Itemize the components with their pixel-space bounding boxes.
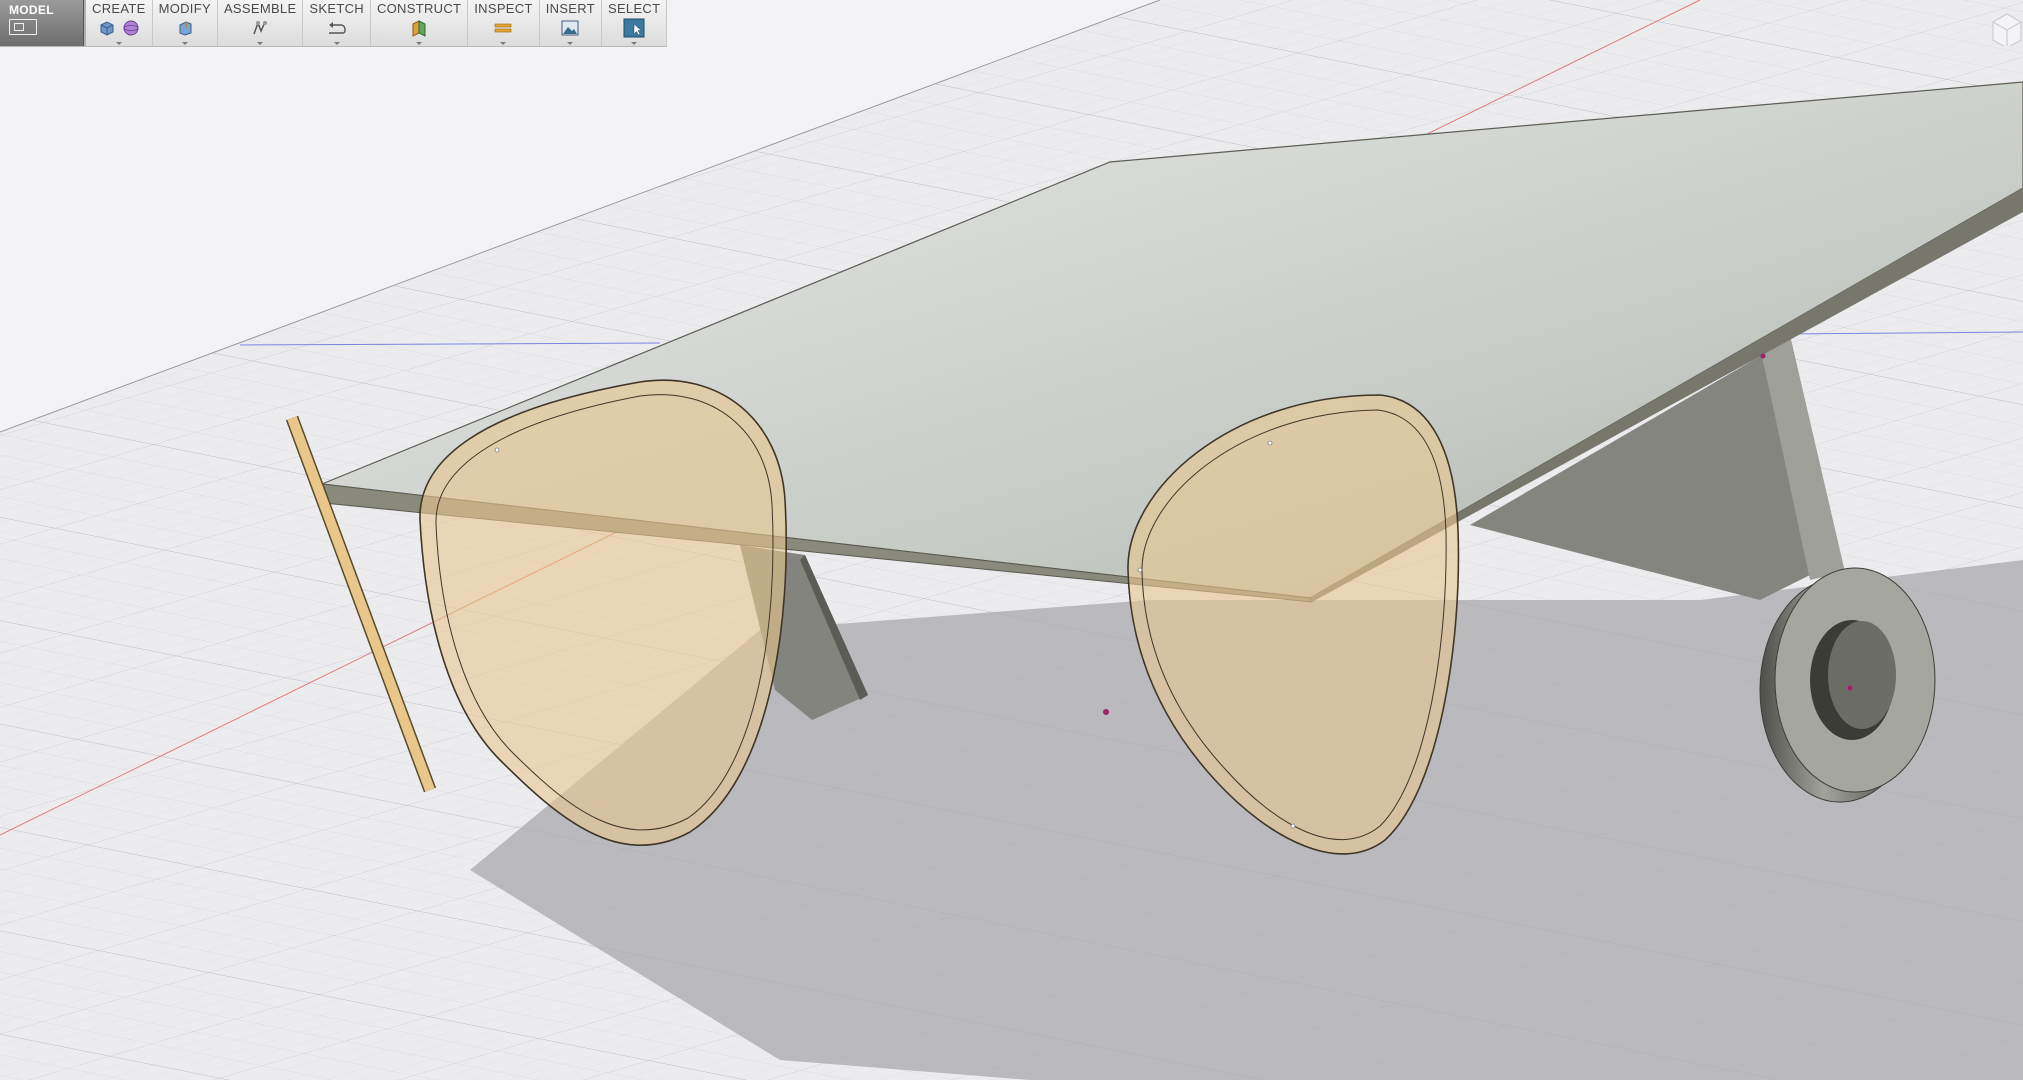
model-workspace-icon: [9, 19, 37, 35]
create-menu[interactable]: CREATE: [86, 0, 153, 46]
assemble-menu-label: ASSEMBLE: [223, 1, 297, 16]
sketch-point[interactable]: [1760, 353, 1766, 359]
sketch-menu-label: SKETCH: [309, 1, 364, 16]
joint-icon[interactable]: [251, 19, 269, 37]
chevron-down-icon: [416, 42, 423, 45]
construct-menu-label: CONSTRUCT: [376, 1, 462, 16]
chevron-down-icon: [181, 42, 188, 45]
chevron-down-icon: [567, 42, 574, 45]
workspace-label: MODEL: [9, 3, 54, 17]
sketch-point[interactable]: [1137, 567, 1143, 573]
sketch-menu[interactable]: SKETCH: [303, 0, 371, 46]
offset-plane-icon[interactable]: [410, 19, 428, 37]
press-pull-icon[interactable]: [176, 19, 194, 37]
workspace-switcher[interactable]: MODEL: [0, 0, 84, 46]
measure-icon[interactable]: [493, 19, 513, 37]
modify-menu-label: MODIFY: [158, 1, 211, 16]
canvas-viewport[interactable]: [0, 0, 2023, 1080]
create-menu-label: CREATE: [92, 1, 146, 16]
construct-menu[interactable]: CONSTRUCT: [371, 0, 469, 46]
viewcube-icon[interactable]: [1983, 0, 2023, 46]
sketch-point[interactable]: [494, 447, 500, 453]
sketch-point[interactable]: [1847, 685, 1853, 691]
chevron-down-icon: [631, 42, 638, 45]
insert-menu-label: INSERT: [545, 1, 595, 16]
select-menu[interactable]: SELECT: [602, 0, 668, 46]
insert-image-icon[interactable]: [560, 19, 580, 37]
inspect-menu-label: INSPECT: [474, 1, 533, 16]
chevron-down-icon: [500, 42, 507, 45]
sphere-icon[interactable]: [122, 19, 140, 37]
modify-menu[interactable]: MODIFY: [153, 0, 218, 46]
sketch-curve-icon[interactable]: [327, 19, 347, 37]
chevron-down-icon: [333, 42, 340, 45]
chevron-down-icon: [115, 42, 122, 45]
inspect-menu[interactable]: INSPECT: [468, 0, 540, 46]
insert-menu[interactable]: INSERT: [540, 0, 602, 46]
select-arrow-icon[interactable]: [623, 18, 645, 38]
sketch-point[interactable]: [1103, 709, 1109, 715]
sketch-point[interactable]: [1290, 823, 1296, 829]
chevron-down-icon: [257, 42, 264, 45]
select-menu-label: SELECT: [607, 1, 661, 16]
sketch-point[interactable]: [1267, 440, 1273, 446]
assemble-menu[interactable]: ASSEMBLE: [218, 0, 304, 46]
box-icon[interactable]: [98, 19, 116, 37]
main-toolbar: MODEL CREATE MODIFY ASSEMBLE SKETCH CONS…: [0, 0, 668, 47]
